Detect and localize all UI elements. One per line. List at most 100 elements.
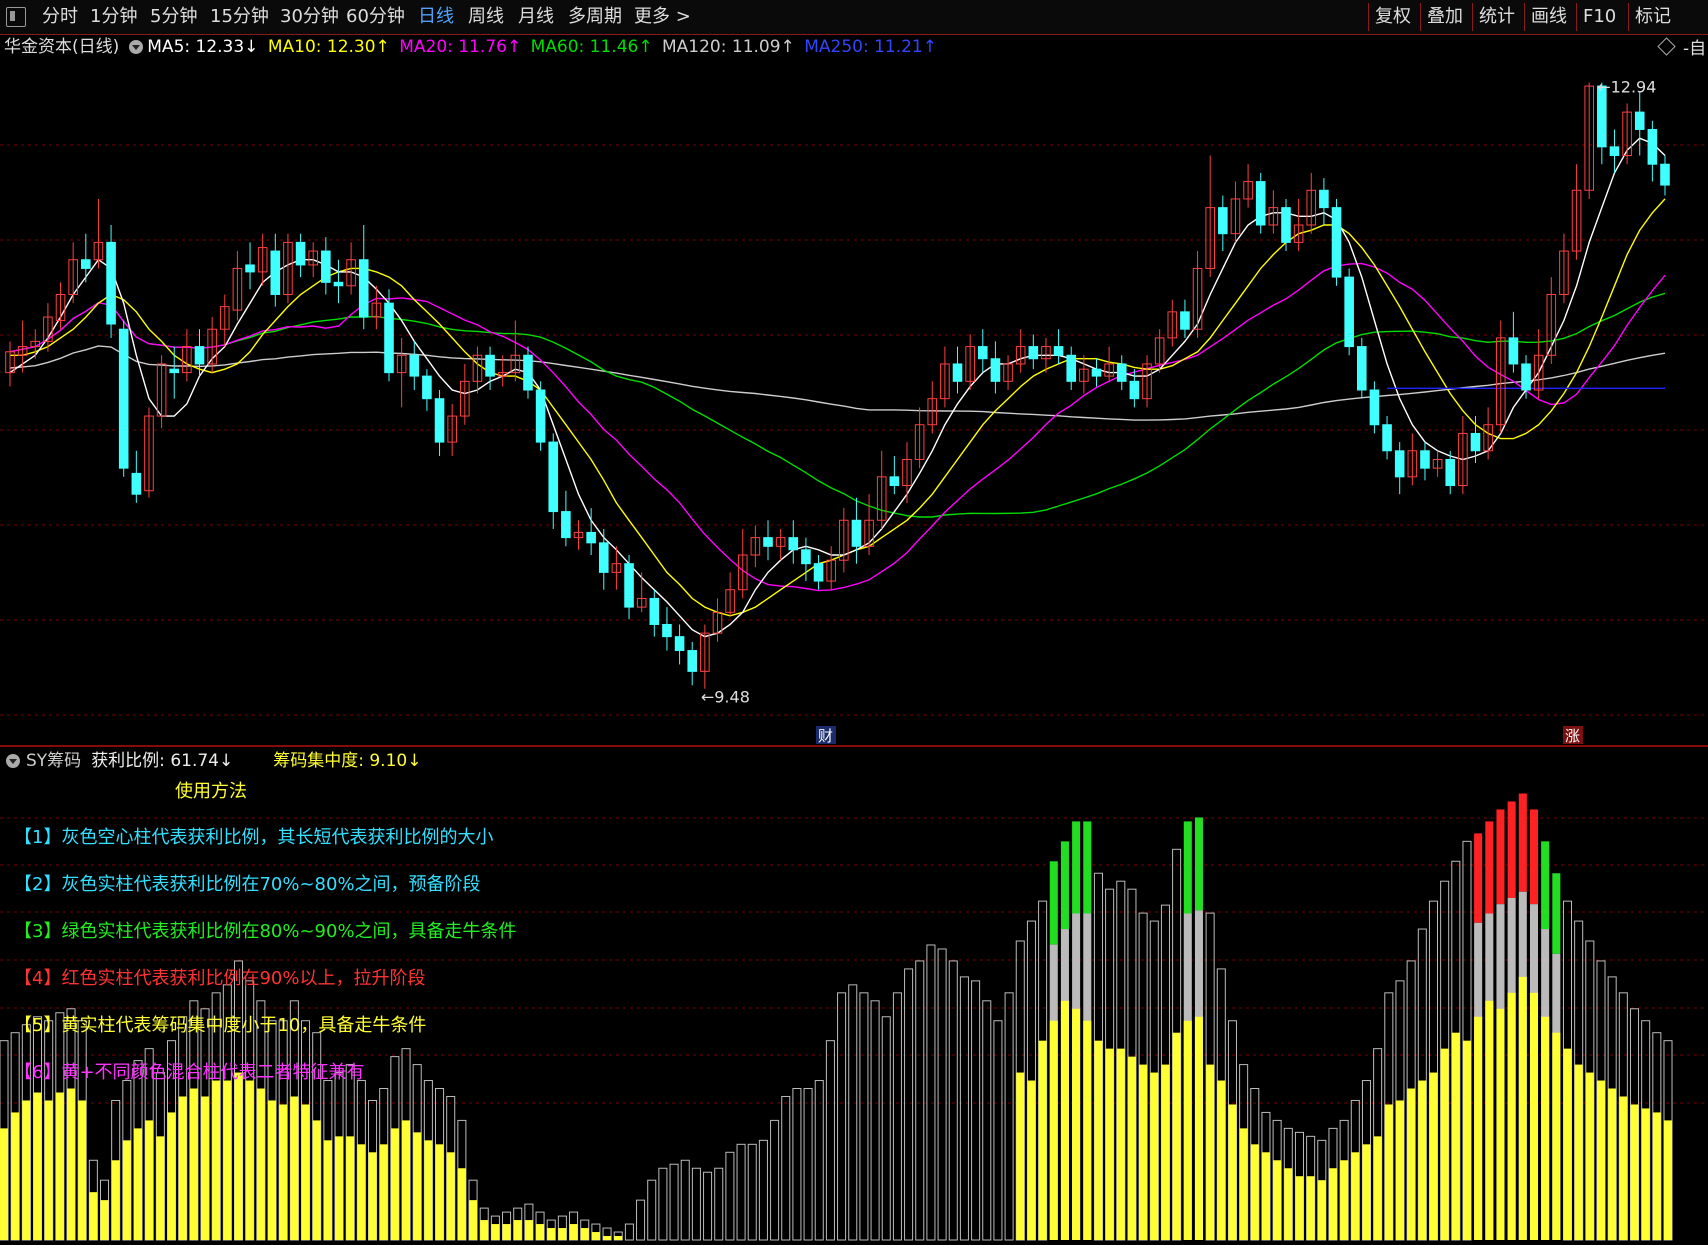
chip-yellow-bar	[1462, 1040, 1472, 1240]
candle-body	[245, 264, 255, 273]
chip-yellow-bar	[1485, 1000, 1494, 1240]
chip-yellow-bar	[558, 1228, 567, 1240]
candle-body	[131, 472, 142, 495]
chip-yellow-bar	[100, 1200, 109, 1240]
chip-yellow-bar	[435, 1144, 444, 1240]
chip-yellow-bar	[1116, 1048, 1125, 1240]
chip-yellow-bar	[33, 1092, 42, 1240]
chip-yellow-bar	[1172, 1032, 1181, 1240]
chip-yellow-bar	[1630, 1104, 1639, 1240]
legend-line-2: 【2】灰色实柱代表获利比例在70%~80%之间，预备阶段	[14, 874, 481, 895]
candle-body	[674, 636, 685, 652]
chip-hollow-bar	[915, 960, 925, 1241]
legend-title: 使用方法	[175, 781, 247, 802]
candle-body	[1091, 368, 1102, 377]
chip-yellow-bar	[1395, 1100, 1404, 1240]
chip-hollow-bar	[881, 1016, 891, 1241]
indicator-dropdown-icon[interactable]	[6, 754, 20, 768]
chip-yellow-bar	[312, 1120, 321, 1240]
candle-body	[1634, 111, 1645, 130]
candle-body	[485, 354, 495, 377]
chip-yellow-bar	[1529, 992, 1539, 1240]
chip-yellow-bar	[1663, 1120, 1673, 1240]
chip-color-bar	[1060, 841, 1069, 930]
chip-hollow-bar	[870, 1000, 880, 1241]
candle-body	[384, 302, 394, 374]
chip-yellow-bar	[513, 1220, 522, 1240]
candle-body	[358, 259, 369, 318]
candle-body	[118, 328, 129, 469]
candle-body	[598, 542, 609, 573]
candle-body	[990, 358, 1001, 382]
chip-hollow-bar	[959, 976, 969, 1241]
chip-hollow-bar	[904, 968, 914, 1241]
candle-body	[649, 597, 660, 625]
candle-body	[1521, 363, 1531, 391]
chip-yellow-bar	[1183, 1020, 1192, 1240]
legend-line-4: 【4】红色实柱代表获利比例在90%以上，拉升阶段	[14, 968, 426, 989]
chip-hollow-bar	[948, 960, 958, 1241]
chip-hollow-bar	[825, 1040, 835, 1241]
candle-body	[586, 531, 596, 544]
indicator-header: SY筹码 获利比例: 61.74↓ 筹码集中度: 9.10↓	[0, 748, 421, 774]
chip-yellow-bar	[614, 1236, 623, 1240]
chip-hollow-bar	[669, 1163, 679, 1241]
chip-yellow-bar	[1407, 1088, 1416, 1240]
chip-hollow-bar	[725, 1151, 735, 1241]
chip-yellow-bar	[1105, 1048, 1114, 1240]
candle-body	[1420, 450, 1430, 469]
chip-yellow-bar	[524, 1220, 533, 1240]
chip-yellow-bar	[390, 1128, 399, 1240]
chip-yellow-bar	[1541, 1016, 1550, 1240]
chip-yellow-bar	[502, 1224, 511, 1240]
chip-yellow-bar	[234, 1072, 243, 1240]
candle-body	[889, 476, 900, 487]
chip-color-bar	[1083, 821, 1092, 914]
chip-yellow-bar	[1652, 1112, 1661, 1240]
candle-body	[1609, 146, 1620, 157]
candle-body	[1344, 276, 1354, 348]
chip-yellow-bar	[1284, 1168, 1293, 1240]
candle-body	[270, 250, 281, 295]
chip-yellow-bar	[480, 1220, 489, 1240]
chip-color-bar	[1529, 809, 1539, 905]
chip-color-bar	[1474, 833, 1483, 923]
chip-yellow-bar	[569, 1224, 578, 1240]
chip-hollow-bar	[714, 1167, 724, 1241]
chip-color-bar	[1072, 821, 1081, 914]
chip-yellow-bar	[1418, 1080, 1427, 1240]
chip-yellow-bar	[1072, 1008, 1081, 1240]
chip-hollow-bar	[658, 1167, 668, 1241]
chip-yellow-bar	[268, 1100, 277, 1240]
chip-yellow-bar	[1440, 1048, 1449, 1240]
chip-yellow-bar	[547, 1228, 556, 1240]
indicator-name: SY筹码	[26, 751, 82, 771]
candle-body	[977, 346, 988, 360]
chip-yellow-bar	[66, 1088, 76, 1240]
candle-body	[1053, 346, 1064, 356]
chip-yellow-bar	[1094, 1040, 1103, 1240]
chip-yellow-bar	[189, 1088, 198, 1240]
chip-yellow-bar	[1306, 1176, 1315, 1240]
chip-yellow-bar	[1373, 1136, 1382, 1240]
chip-hollow-bar	[758, 1139, 768, 1241]
chip-hollow-bar	[736, 1143, 746, 1241]
chip-yellow-bar	[301, 1104, 310, 1240]
legend-line-5: 【5】黄实柱代表筹码集中度小于10，具备走牛条件	[14, 1015, 427, 1036]
chip-yellow-bar	[1351, 1152, 1360, 1240]
chip-yellow-bar	[1317, 1180, 1326, 1240]
chip-yellow-bar	[1217, 1080, 1226, 1240]
chip-yellow-bar	[1295, 1176, 1304, 1240]
chip-yellow-bar	[402, 1120, 411, 1240]
chip-hollow-bar	[647, 1179, 657, 1241]
candle-body	[1180, 311, 1190, 330]
legend-line-3: 【3】绿色实柱代表获利比例在80%~90%之间，具备走牛条件	[14, 921, 517, 942]
candle-body	[763, 537, 773, 547]
ma20-line	[9, 262, 1666, 592]
chip-yellow-bar	[111, 1160, 120, 1240]
chip-yellow-bar	[1038, 1040, 1047, 1240]
chip-yellow-bar	[245, 1080, 254, 1240]
chip-yellow-bar	[1206, 1064, 1215, 1240]
chip-yellow-bar	[413, 1132, 422, 1240]
chip-yellow-bar	[603, 1236, 612, 1240]
